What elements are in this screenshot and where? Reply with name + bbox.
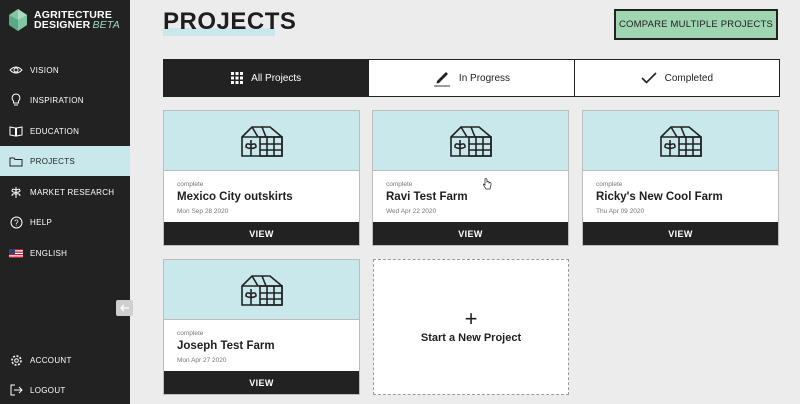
logo-text: AGRITECTURE DESIGNER BETA xyxy=(34,10,120,31)
sidebar-item-label: INSPIRATION xyxy=(30,95,84,105)
sidebar-item-label: MARKET RESEARCH xyxy=(30,187,115,197)
book-icon xyxy=(9,124,23,138)
view-project-button[interactable]: VIEW xyxy=(373,222,568,245)
tab-in-progress[interactable]: In Progress xyxy=(369,60,575,96)
project-date: Mon Apr 27 2020 xyxy=(177,357,227,364)
project-status: complete xyxy=(386,181,413,188)
project-filter-tabs: All Projects In Progress Completed xyxy=(163,59,780,97)
project-date: Thu Apr 09 2020 xyxy=(596,208,645,215)
card-thumbnail xyxy=(164,111,359,171)
compare-projects-button[interactable]: COMPARE MULTIPLE PROJECTS xyxy=(614,9,778,40)
tab-label: Completed xyxy=(664,72,713,84)
project-status: complete xyxy=(177,330,204,337)
tab-label: In Progress xyxy=(458,72,511,84)
sidebar-item-language[interactable]: ENGLISH xyxy=(0,238,130,268)
sidebar-item-help[interactable]: ? HELP xyxy=(0,207,130,237)
app-logo[interactable]: AGRITECTURE DESIGNER BETA xyxy=(8,8,120,32)
card-thumbnail xyxy=(583,111,778,171)
sidebar-item-label: VISION xyxy=(30,65,59,75)
project-card[interactable]: complete Ricky's New Cool Farm Thu Apr 0… xyxy=(582,110,779,246)
sidebar-item-projects[interactable]: PROJECTS xyxy=(0,146,130,176)
project-card[interactable]: complete Joseph Test Farm Mon Apr 27 202… xyxy=(163,259,360,395)
project-status: complete xyxy=(177,181,204,188)
project-date: Wed Apr 22 2020 xyxy=(386,208,437,215)
sidebar-item-logout[interactable]: LOGOUT xyxy=(0,375,130,404)
sidebar-item-label: LOGOUT xyxy=(30,385,66,395)
us-flag-icon xyxy=(9,246,23,260)
plant-icon xyxy=(9,185,23,199)
sidebar-item-market-research[interactable]: MARKET RESEARCH xyxy=(0,177,130,207)
pencil-icon xyxy=(433,69,451,87)
project-card[interactable]: complete Ravi Test Farm Wed Apr 22 2020 … xyxy=(372,110,569,246)
greenhouse-icon xyxy=(659,125,702,157)
svg-text:?: ? xyxy=(14,218,19,227)
project-name: Ravi Test Farm xyxy=(386,191,468,203)
sidebar-item-vision[interactable]: VISION xyxy=(0,55,130,85)
sidebar: AGRITECTURE DESIGNER BETA VISION INSPIRAT… xyxy=(0,0,130,404)
sidebar-item-education[interactable]: EDUCATION xyxy=(0,116,130,146)
grid-icon xyxy=(231,72,244,84)
new-project-label: Start a New Project xyxy=(420,332,522,344)
view-project-button[interactable]: VIEW xyxy=(164,222,359,245)
greenhouse-icon xyxy=(449,125,492,157)
folder-icon xyxy=(9,154,23,168)
sidebar-item-label: ACCOUNT xyxy=(30,355,72,365)
logo-line2: DESIGNER xyxy=(34,19,91,31)
sidebar-item-account[interactable]: ACCOUNT xyxy=(0,345,130,375)
eye-icon xyxy=(9,63,23,77)
view-project-button[interactable]: VIEW xyxy=(583,222,778,245)
view-project-button[interactable]: VIEW xyxy=(164,371,359,394)
card-thumbnail xyxy=(164,260,359,320)
help-icon: ? xyxy=(9,215,23,229)
project-name: Joseph Test Farm xyxy=(177,340,275,352)
project-card[interactable]: complete Mexico City outskirts Mon Sep 2… xyxy=(163,110,360,246)
page-title: PROJECTS xyxy=(163,8,297,35)
new-project-card[interactable]: + Start a New Project xyxy=(373,259,569,395)
sidebar-item-label: HELP xyxy=(30,217,53,227)
project-date: Mon Sep 28 2020 xyxy=(177,208,229,215)
mouse-pointer-icon xyxy=(482,178,492,190)
greenhouse-icon xyxy=(240,125,283,157)
lightbulb-icon xyxy=(9,93,23,107)
sidebar-item-label: PROJECTS xyxy=(30,156,76,166)
tab-label: All Projects xyxy=(251,72,302,84)
project-name: Mexico City outskirts xyxy=(177,191,293,203)
tab-completed[interactable]: Completed xyxy=(575,60,779,96)
card-thumbnail xyxy=(373,111,568,171)
tab-all-projects[interactable]: All Projects xyxy=(164,60,370,96)
collapse-sidebar-button[interactable] xyxy=(116,300,133,316)
project-name: Ricky's New Cool Farm xyxy=(596,191,723,203)
greenhouse-icon xyxy=(240,274,283,306)
project-status: complete xyxy=(596,181,623,188)
logo-leaf-icon xyxy=(9,9,27,31)
logo-beta: BETA xyxy=(92,19,120,31)
sidebar-item-label: ENGLISH xyxy=(30,248,68,258)
sidebar-item-inspiration[interactable]: INSPIRATION xyxy=(0,85,130,115)
arrow-left-icon xyxy=(119,304,129,312)
gear-icon xyxy=(9,353,23,367)
sidebar-item-label: EDUCATION xyxy=(30,126,80,136)
plus-icon: + xyxy=(464,306,478,331)
logout-icon xyxy=(9,383,23,397)
check-icon xyxy=(641,72,657,84)
